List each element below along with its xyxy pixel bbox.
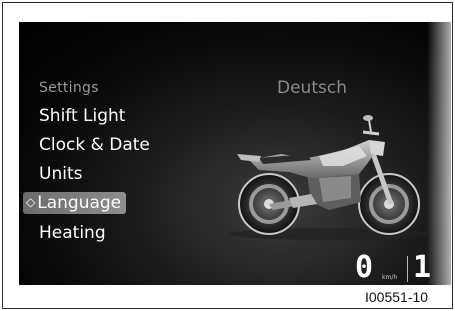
menu-item-language-label: Language bbox=[37, 193, 122, 213]
menu-item-units[interactable]: Units bbox=[39, 164, 82, 184]
figure-id-label: I00551-10 bbox=[365, 289, 429, 305]
selection-marker-icon: ◇ bbox=[26, 195, 36, 209]
motorcycle-image bbox=[229, 115, 429, 240]
menu-heading: Settings bbox=[39, 80, 99, 96]
menu-item-shift-light[interactable]: Shift Light bbox=[39, 106, 125, 126]
menu-item-clock-date[interactable]: Clock & Date bbox=[39, 135, 150, 155]
speed-unit: km/h bbox=[382, 274, 398, 281]
language-value: Deutsch bbox=[277, 78, 347, 98]
speed-readout: 0 bbox=[355, 250, 374, 285]
menu-item-language[interactable]: ◇ Language bbox=[23, 192, 127, 214]
gear-indicator: 1 bbox=[413, 250, 432, 285]
menu-item-heating[interactable]: Heating bbox=[39, 223, 106, 243]
dashboard-screen: Settings Shift Light Clock & Date Units … bbox=[19, 22, 451, 285]
gauge-divider bbox=[407, 256, 408, 282]
